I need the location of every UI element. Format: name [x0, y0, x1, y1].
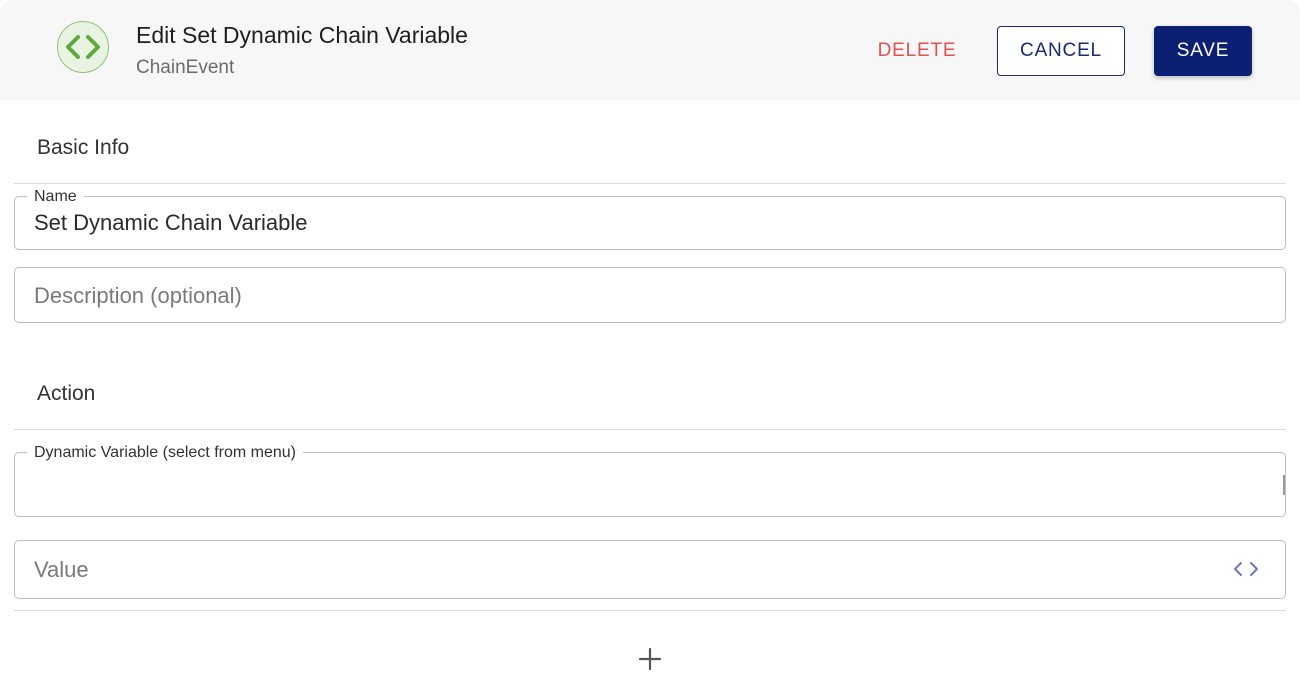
- value-placeholder: Value: [34, 557, 89, 582]
- dynamic-variable-select[interactable]: Dynamic Variable (select from menu): [14, 443, 1286, 517]
- plus-icon[interactable]: [638, 647, 662, 671]
- delete-button[interactable]: DELETE: [866, 26, 968, 76]
- code-icon[interactable]: [1233, 559, 1259, 579]
- name-field[interactable]: Name Set Dynamic Chain Variable: [14, 187, 1286, 250]
- basic-info-divider: [14, 183, 1286, 184]
- basic-info-heading: Basic Info: [37, 136, 130, 159]
- dynamic-variable-label: Dynamic Variable (select from menu): [27, 443, 304, 463]
- value-field[interactable]: Value: [14, 540, 1286, 599]
- save-button[interactable]: SAVE: [1154, 26, 1252, 76]
- page-title: Edit Set Dynamic Chain Variable: [136, 22, 468, 48]
- cancel-button[interactable]: CANCEL: [997, 26, 1125, 76]
- name-field-label: Name: [27, 187, 84, 207]
- name-field-value: Set Dynamic Chain Variable: [34, 210, 308, 235]
- action-bottom-divider: [14, 610, 1286, 611]
- action-divider: [14, 429, 1286, 430]
- action-heading: Action: [37, 382, 96, 405]
- code-brackets-icon: [57, 21, 109, 73]
- description-field[interactable]: Description (optional): [14, 267, 1286, 323]
- description-placeholder: Description (optional): [34, 283, 242, 308]
- select-edge-marker: [1283, 475, 1285, 495]
- dialog-header: Edit Set Dynamic Chain Variable ChainEve…: [0, 0, 1300, 100]
- page-subtitle: ChainEvent: [136, 57, 235, 78]
